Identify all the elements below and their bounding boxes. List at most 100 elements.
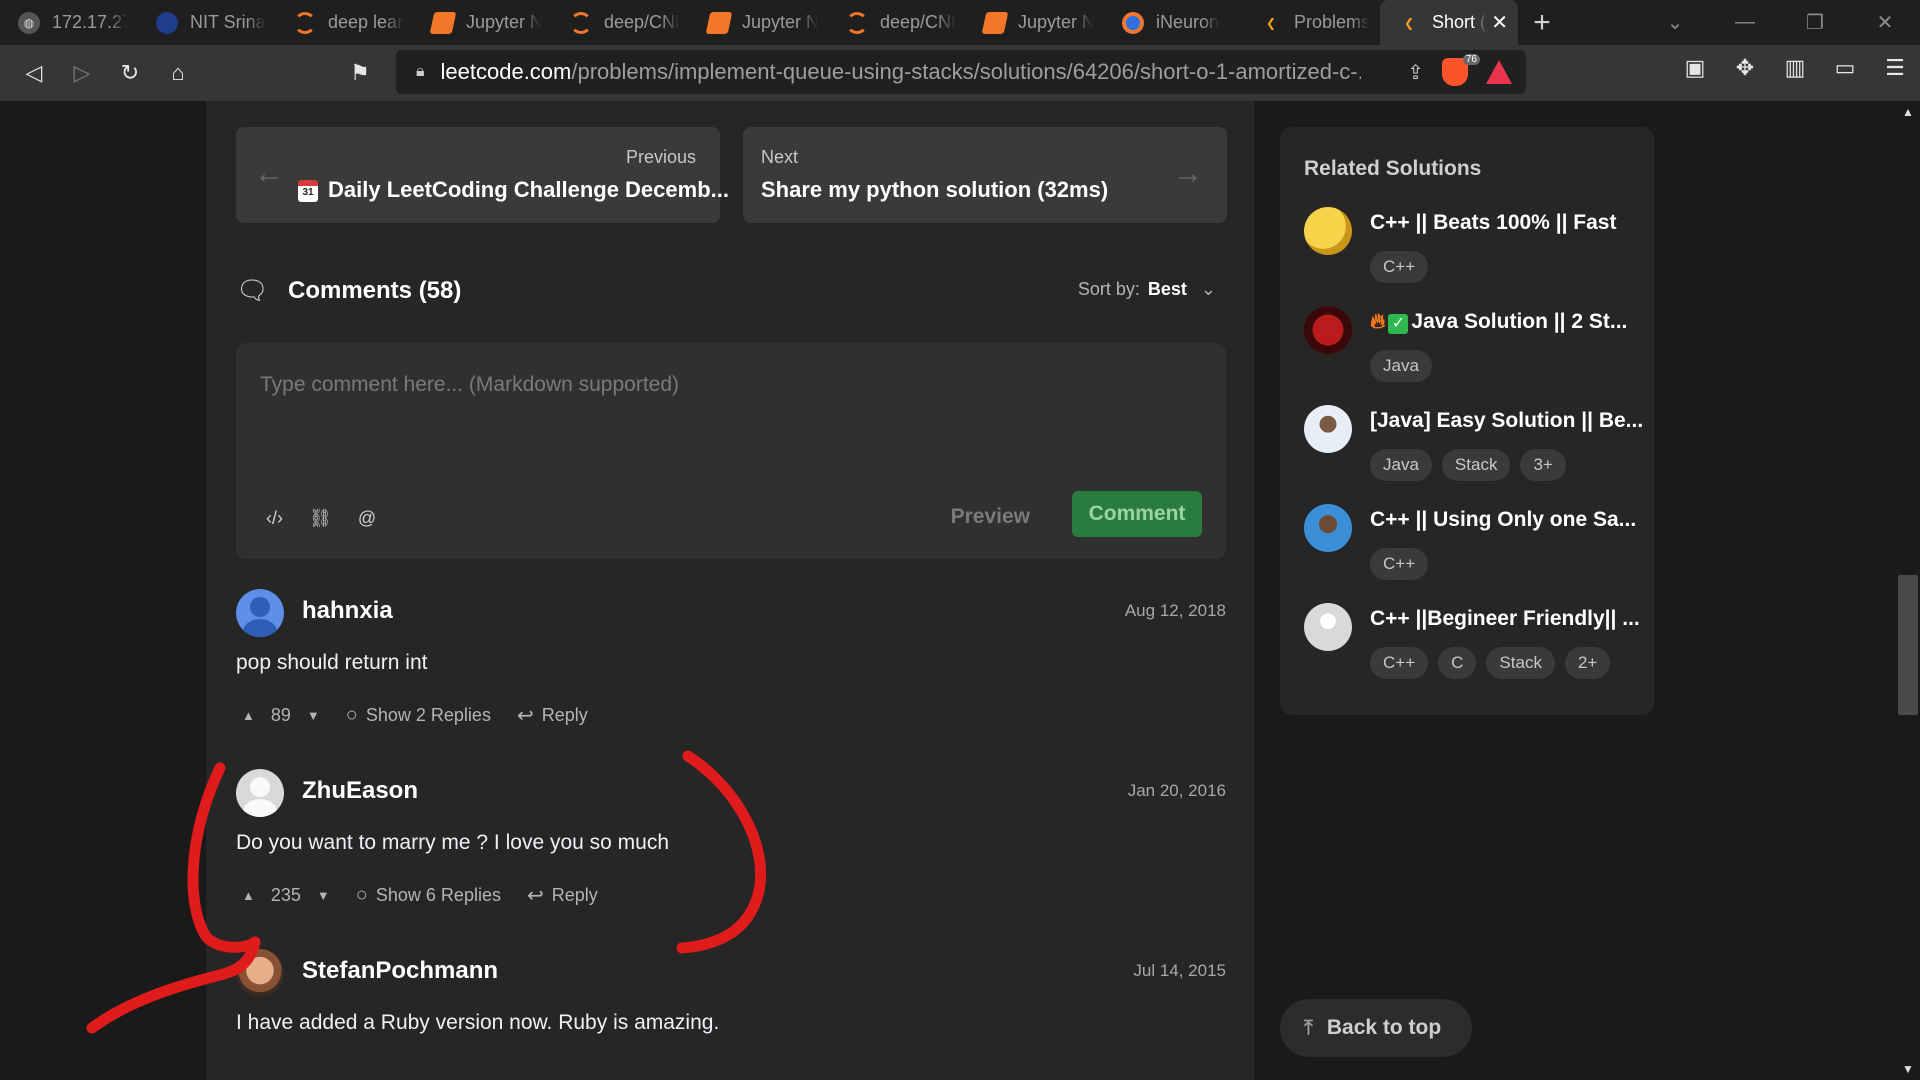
browser-tab[interactable]: deep/CNN [828,0,966,45]
reply-icon: ↩ [516,705,534,727]
browser-tab[interactable]: deep learn [276,0,414,45]
tag[interactable]: Stack [1441,449,1511,481]
arrow-left-icon: ← [254,157,284,190]
calendar-icon: 31 [298,180,318,203]
leetcode-icon: ❮ [1403,15,1415,30]
sidebar-icon[interactable]: ▥ [1780,53,1810,83]
bookmark-icon[interactable]: ⚑ [336,49,384,97]
new-tab-button[interactable]: + [1518,0,1566,45]
browser-tab[interactable]: Jupyter No [690,0,828,45]
tab-search-icon[interactable]: ⌄ [1640,10,1710,35]
close-tab-icon[interactable]: ✕ [1491,10,1508,35]
scroll-down-icon[interactable]: ▼ [1902,1062,1914,1076]
reply-button[interactable]: ↩ Reply [527,883,598,908]
avatar[interactable] [236,949,284,997]
url-text: leetcode.com/problems/implement-queue-us… [440,59,1361,84]
preview-button[interactable]: Preview [951,505,1030,529]
browser-tab[interactable]: ❮ Problems [1242,0,1380,45]
related-solutions-panel: Related Solutions C++ || Beats 100% || F… [1280,127,1654,715]
tag[interactable]: Stack [1486,647,1555,679]
sort-label: Sort by: [1077,279,1140,299]
comment-username[interactable]: hahnxia [302,597,393,625]
code-icon[interactable]: ‹/› [266,508,283,529]
tag[interactable]: 2+ [1564,647,1611,679]
comment-actions: ▲ 235 ▼ ○ Show 6 Replies ↩ Reply [242,883,598,908]
browser-tab[interactable]: ◍172.17.27. [0,0,138,45]
avatar [1304,504,1352,552]
share-icon[interactable]: ⇪ [1407,60,1424,85]
scroll-up-icon[interactable]: ▲ [1902,105,1914,119]
menu-icon[interactable]: ☰ [1880,53,1910,83]
tag[interactable]: C++ [1370,647,1429,679]
brave-rewards-icon[interactable] [1486,60,1512,84]
previous-solution-card[interactable]: ← Previous 31 Daily LeetCoding Challenge … [236,127,729,223]
scrollbar-thumb[interactable] [1898,575,1918,715]
brave-shield-icon[interactable]: 76 [1442,54,1480,86]
avatar[interactable] [236,769,284,817]
comment-username[interactable]: ZhuEason [302,777,418,805]
upvote-icon[interactable]: ▲ [242,708,255,723]
related-solution-title: C++ || Beats 100% || Fast [1370,211,1617,234]
upvote-icon[interactable]: ▲ [242,888,255,903]
browser-tab[interactable]: NIT Srinag [138,0,276,45]
downvote-icon[interactable]: ▼ [317,888,330,903]
restore-button[interactable]: ❐ [1780,10,1850,35]
link-icon[interactable]: ⛓︎ [309,508,332,529]
related-solution-title: C++ || Using Only one Sa... [1370,508,1637,531]
related-solution-item[interactable]: C++ ||Begineer Friendly|| ... C++ C Stac… [1304,603,1644,683]
comment-submit-button[interactable]: Comment [1072,491,1202,537]
related-solution-item[interactable]: C++ || Beats 100% || Fast C++ [1304,207,1644,287]
window-controls: ⌄ — ❐ ✕ [1640,0,1920,45]
ineuron-icon [1122,11,1144,34]
avatar [1304,405,1352,453]
tag[interactable]: 3+ [1520,449,1566,481]
minimize-button[interactable]: — [1710,11,1780,34]
back-to-top-button[interactable]: ⤒ Back to top [1280,999,1472,1057]
browser-tab[interactable]: Jupyter No [414,0,552,45]
comment-username[interactable]: StefanPochmann [302,957,498,985]
back-button[interactable]: ◁ [10,49,58,97]
comments-header: 🗨︎ Comments (58) Sort by: Best ⌄ [236,271,1226,311]
extensions-icon[interactable]: ✥ [1730,53,1760,83]
wallet-icon[interactable]: ▭ [1830,53,1860,83]
chevron-down-icon: ⌄ [1200,279,1216,299]
tag[interactable]: C [1438,647,1477,679]
sort-dropdown[interactable]: Sort by: Best ⌄ [1078,279,1216,300]
previous-label: Previous [625,147,696,167]
next-title: Share my python solution (32ms) [761,177,1109,202]
show-replies-button[interactable]: ○ Show 6 Replies [356,884,501,907]
comment-bubble-icon: ○ [345,704,358,726]
related-solution-item[interactable]: C++ || Using Only one Sa... C++ [1304,504,1644,584]
tag[interactable]: Java [1370,350,1432,382]
reply-button[interactable]: ↩ Reply [517,703,588,728]
browser-tab[interactable]: Jupyter No [966,0,1104,45]
comment-editor[interactable]: Type comment here... (Markdown supported… [236,343,1226,559]
profile-extension-icon[interactable]: ▣ [1680,53,1710,83]
arrow-up-icon: ⤒ [1304,1016,1313,1039]
browser-tab-active[interactable]: ❮ Short (✕ [1380,0,1518,45]
close-window-button[interactable]: ✕ [1850,10,1920,35]
tag[interactable]: Java [1370,449,1432,481]
home-button[interactable]: ⌂ [154,49,202,97]
reload-button[interactable]: ↻ [106,49,154,97]
previous-title: 31 Daily LeetCoding Challenge Decemb... [298,177,729,203]
tag[interactable]: C++ [1370,251,1429,283]
jupyter-icon [294,11,316,34]
tag[interactable]: C++ [1370,548,1429,580]
show-replies-button[interactable]: ○ Show 2 Replies [346,704,491,727]
forward-button[interactable]: ▷ [58,49,106,97]
leetcode-icon: ❮ [1265,15,1277,30]
related-solution-item[interactable]: 🔥︎ ✓ Java Solution || 2 St... Java [1304,306,1644,386]
mention-icon[interactable]: @ [358,508,376,529]
comment-item: StefanPochmann Jul 14, 2015 I have added… [236,949,1226,1059]
browser-tab[interactable]: deep/CNN [552,0,690,45]
arrow-right-icon: → [1173,157,1203,190]
related-solution-item[interactable]: [Java] Easy Solution || Be... Java Stack… [1304,405,1644,485]
next-label: Next [761,147,799,167]
downvote-icon[interactable]: ▼ [307,708,320,723]
address-bar[interactable]: 🔒︎ leetcode.com/problems/implement-queue… [396,50,1526,94]
scrollbar[interactable]: ▲ ▼ [1896,101,1920,1080]
avatar[interactable] [236,589,284,637]
next-solution-card[interactable]: Next Share my python solution (32ms) → [743,127,1227,223]
browser-tab[interactable]: iNeuron [1104,0,1242,45]
